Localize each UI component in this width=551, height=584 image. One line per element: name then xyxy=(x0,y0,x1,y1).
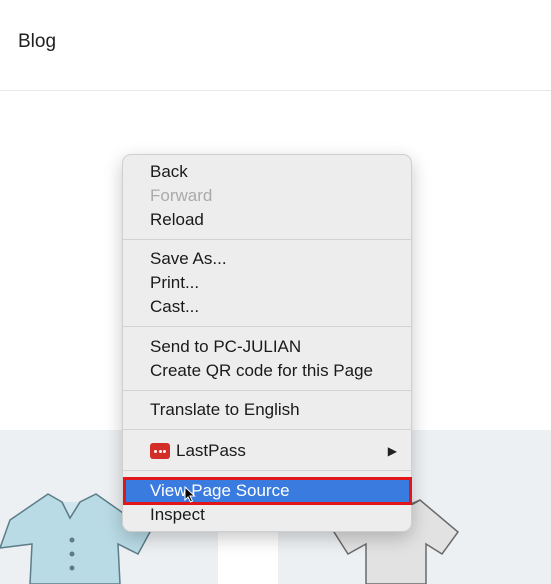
menu-item-cast[interactable]: Cast... xyxy=(123,295,411,319)
context-menu: Back Forward Reload Save As... Print... … xyxy=(122,154,412,532)
menu-item-reload[interactable]: Reload xyxy=(123,208,411,232)
menu-item-back[interactable]: Back xyxy=(123,160,411,184)
site-header: Blog xyxy=(0,0,551,91)
menu-item-create-qr-code[interactable]: Create QR code for this Page xyxy=(123,359,411,383)
lastpass-icon xyxy=(150,443,170,459)
menu-item-lastpass-label: LastPass xyxy=(176,441,246,460)
menu-item-translate[interactable]: Translate to English xyxy=(123,398,411,422)
menu-separator xyxy=(123,239,411,240)
menu-item-lastpass[interactable]: LastPass ▶ xyxy=(123,439,411,463)
menu-separator xyxy=(123,429,411,430)
menu-separator xyxy=(123,326,411,327)
menu-item-inspect[interactable]: Inspect xyxy=(123,503,411,527)
menu-separator xyxy=(123,390,411,391)
submenu-arrow-icon: ▶ xyxy=(387,444,397,458)
menu-item-save-as[interactable]: Save As... xyxy=(123,247,411,271)
menu-separator xyxy=(123,470,411,471)
blog-nav-link[interactable]: Blog xyxy=(18,31,56,53)
menu-item-view-page-source[interactable]: View Page Source xyxy=(123,479,411,503)
menu-item-forward: Forward xyxy=(150,186,213,205)
menu-item-send-to-device[interactable]: Send to PC-JULIAN xyxy=(123,335,411,359)
mouse-cursor-icon xyxy=(184,486,196,503)
menu-item-print[interactable]: Print... xyxy=(123,271,411,295)
